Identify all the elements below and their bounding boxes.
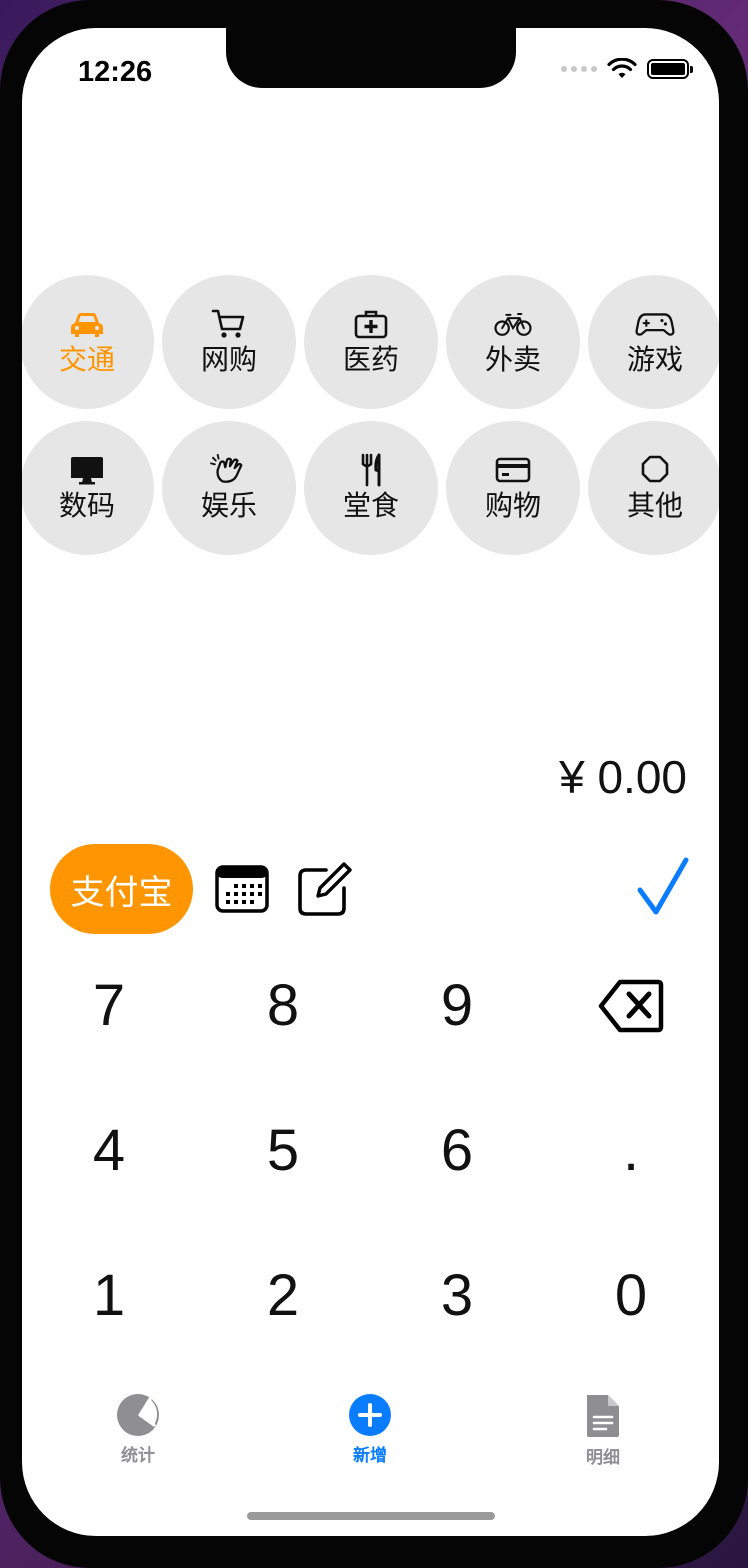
- plus-circle-icon: [349, 1394, 391, 1436]
- category-label: 外卖: [484, 344, 541, 375]
- category-grid: 交通 网购 医药 外卖 游戏 数码 娱乐 堂食 购物 其他: [22, 275, 719, 555]
- category-label: 其他: [626, 490, 683, 521]
- key-2[interactable]: 2: [196, 1223, 370, 1368]
- phone-frame: 12:26 交通 网购 医药 外卖 游戏 数码 娱乐 堂食 购物 其他 ¥ 0.…: [0, 0, 748, 1568]
- octagon-icon: [641, 455, 669, 483]
- payment-method-button[interactable]: 支付宝: [50, 844, 193, 934]
- home-indicator: [247, 1512, 495, 1520]
- app-screen: 12:26 交通 网购 医药 外卖 游戏 数码 娱乐 堂食 购物 其他 ¥ 0.…: [22, 28, 719, 1536]
- category-label: 网购: [200, 344, 257, 375]
- category-games[interactable]: 游戏: [588, 275, 719, 409]
- key-0[interactable]: 0: [544, 1223, 718, 1368]
- category-other[interactable]: 其他: [588, 421, 719, 555]
- cart-icon: [211, 309, 245, 338]
- key-9[interactable]: 9: [370, 933, 544, 1078]
- category-dine-in[interactable]: 堂食: [304, 421, 438, 555]
- notch: [226, 28, 516, 88]
- category-medicine[interactable]: 医药: [304, 275, 438, 409]
- key-decimal[interactable]: .: [544, 1078, 718, 1223]
- category-label: 数码: [58, 490, 115, 521]
- cellular-signal-icon: [561, 66, 597, 72]
- category-shopping[interactable]: 购物: [446, 421, 580, 555]
- delete-left-icon: [598, 979, 664, 1032]
- edit-note-icon[interactable]: [296, 862, 352, 918]
- clapping-hands-icon: [210, 453, 243, 483]
- category-takeout[interactable]: 外卖: [446, 275, 580, 409]
- chart-pie-icon: [117, 1394, 159, 1436]
- confirm-checkmark-icon[interactable]: [636, 856, 690, 918]
- key-5[interactable]: 5: [196, 1078, 370, 1223]
- key-7[interactable]: 7: [22, 933, 196, 1078]
- tab-bar: 统计 新增 明细: [22, 1393, 719, 1473]
- category-label: 游戏: [626, 344, 683, 375]
- amount-display: ¥ 0.00: [559, 751, 687, 803]
- key-1[interactable]: 1: [22, 1223, 196, 1368]
- bicycle-icon: [494, 313, 532, 336]
- status-time: 12:26: [78, 56, 153, 88]
- tab-statistics[interactable]: 统计: [78, 1393, 198, 1466]
- category-online-shopping[interactable]: 网购: [162, 275, 296, 409]
- key-6[interactable]: 6: [370, 1078, 544, 1223]
- backspace-key[interactable]: [544, 933, 718, 1078]
- key-4[interactable]: 4: [22, 1078, 196, 1223]
- tab-details[interactable]: 明细: [543, 1393, 663, 1468]
- tab-label: 新增: [353, 1446, 387, 1465]
- gamecontroller-icon: [635, 313, 675, 336]
- key-3[interactable]: 3: [370, 1223, 544, 1368]
- battery-icon: [647, 59, 693, 79]
- wifi-icon: [607, 58, 637, 78]
- car-icon: [71, 313, 103, 337]
- entry-toolbar: 支付宝: [50, 844, 690, 934]
- number-keypad: 7 8 9 4 5 6 . 1 2 3 0: [22, 933, 719, 1368]
- key-8[interactable]: 8: [196, 933, 370, 1078]
- credit-card-icon: [495, 457, 531, 483]
- category-label: 交通: [58, 344, 115, 375]
- category-label: 购物: [484, 490, 541, 521]
- calendar-icon[interactable]: [214, 862, 270, 918]
- category-entertainment[interactable]: 娱乐: [162, 421, 296, 555]
- fork-knife-icon: [361, 453, 381, 487]
- category-transport[interactable]: 交通: [22, 275, 154, 409]
- tab-add[interactable]: 新增: [310, 1393, 430, 1466]
- category-label: 医药: [342, 344, 399, 375]
- category-label: 堂食: [342, 490, 399, 521]
- tab-label: 明细: [586, 1448, 620, 1467]
- desktop-icon: [71, 457, 103, 485]
- tab-label: 统计: [121, 1446, 155, 1465]
- category-digital[interactable]: 数码: [22, 421, 154, 555]
- category-label: 娱乐: [200, 490, 257, 521]
- doc-text-icon: [587, 1395, 619, 1437]
- status-indicators: [561, 58, 693, 80]
- medical-bag-icon: [354, 310, 388, 339]
